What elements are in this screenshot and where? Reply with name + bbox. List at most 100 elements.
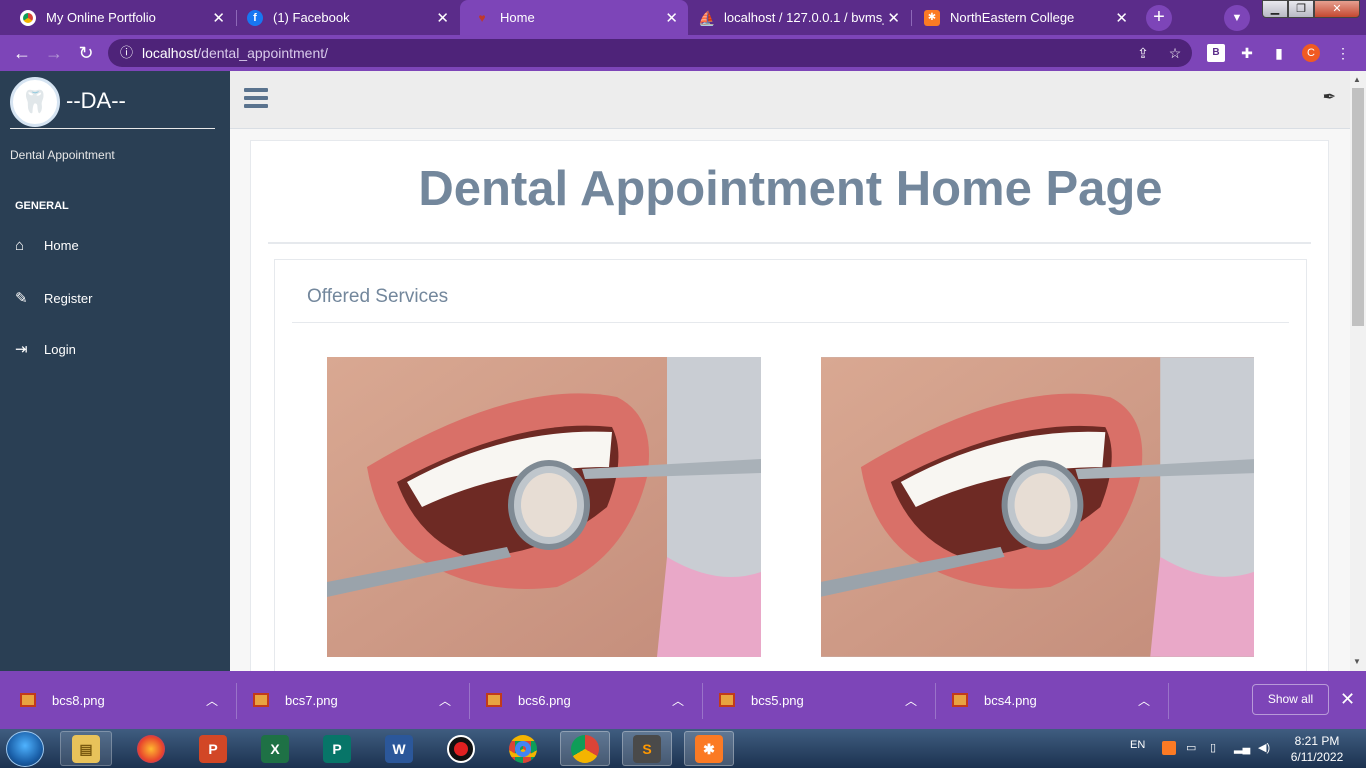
- taskbar-powerpoint[interactable]: P: [188, 731, 238, 766]
- sidebar-item-login[interactable]: ⇥ Login: [15, 340, 76, 358]
- signal-icon[interactable]: ▂▄: [1234, 741, 1250, 755]
- close-icon[interactable]: ✕: [1340, 689, 1355, 710]
- phpmyadmin-icon: ⛵: [698, 9, 716, 26]
- taskbar-recorder[interactable]: [436, 731, 486, 766]
- download-item[interactable]: bcs6.png ︿: [486, 671, 684, 729]
- clock-time: 8:21 PM: [1294, 734, 1340, 748]
- facebook-icon: f: [247, 9, 263, 26]
- xampp-tray-icon[interactable]: [1162, 741, 1176, 755]
- tab-home[interactable]: ♥ Home ✕: [460, 0, 688, 35]
- volume-icon[interactable]: ◀): [1258, 741, 1272, 755]
- taskbar-chrome[interactable]: [498, 731, 548, 766]
- tab-facebook[interactable]: f (1) Facebook ✕: [237, 0, 459, 35]
- xampp-icon: ✱: [924, 9, 940, 26]
- language-indicator[interactable]: EN: [1130, 739, 1145, 751]
- scrollbar-thumb[interactable]: [1352, 88, 1364, 326]
- bookmark-star-icon[interactable]: ☆: [1166, 44, 1184, 62]
- new-tab-button[interactable]: +: [1146, 5, 1172, 31]
- image-file-icon: [253, 693, 269, 707]
- start-button[interactable]: [6, 731, 44, 767]
- chevron-up-icon[interactable]: ︿: [1138, 692, 1150, 709]
- taskbar-sublime[interactable]: S: [622, 731, 672, 766]
- chrome-icon: [571, 734, 599, 763]
- address-bar[interactable]: ⓘ localhost/dental_appointment/ ⇪ ☆: [108, 39, 1192, 67]
- menu-section-general: GENERAL: [15, 200, 69, 212]
- browser-tab-strip: My Online Portfolio ✕ f (1) Facebook ✕ ♥…: [0, 0, 1366, 35]
- tab-title: My Online Portfolio: [46, 10, 156, 25]
- taskbar-xampp[interactable]: ✱: [684, 731, 734, 766]
- brand-title[interactable]: --DA--: [66, 88, 126, 114]
- windows-taskbar: ▤ P X P W S ✱ EN ▭ ▯ ▂▄ ◀) 8:21 PM 6/11/…: [0, 729, 1366, 768]
- share-icon[interactable]: ⇪: [1134, 44, 1152, 62]
- download-item[interactable]: bcs5.png ︿: [719, 671, 917, 729]
- download-filename: bcs5.png: [751, 692, 804, 708]
- site-info-icon[interactable]: ⓘ: [120, 39, 133, 67]
- tab-northeastern-college[interactable]: ✱ NorthEastern College ✕: [912, 0, 1138, 35]
- browser-menu-icon[interactable]: ⋮: [1334, 44, 1352, 62]
- hamburger-menu-icon[interactable]: [244, 88, 268, 108]
- close-icon[interactable]: ✕: [1115, 9, 1128, 27]
- forward-button[interactable]: →: [42, 41, 66, 65]
- services-box: Offered Services: [274, 259, 1307, 689]
- publisher-icon: P: [323, 734, 351, 763]
- taskbar-firefox[interactable]: [126, 731, 176, 766]
- taskbar-excel[interactable]: X: [250, 731, 300, 766]
- image-file-icon: [952, 693, 968, 707]
- system-clock[interactable]: 8:21 PM 6/11/2022: [1282, 733, 1352, 765]
- minimize-button[interactable]: ▁: [1262, 0, 1288, 18]
- extension-b-icon[interactable]: B: [1207, 44, 1225, 62]
- folder-icon: ▤: [72, 734, 100, 763]
- brand-subtitle: Dental Appointment: [10, 148, 115, 162]
- display-icon[interactable]: ▭: [1186, 741, 1200, 755]
- download-item[interactable]: bcs4.png ︿: [952, 671, 1150, 729]
- taskbar-file-explorer[interactable]: ▤: [60, 731, 112, 766]
- chevron-up-icon[interactable]: ︿: [206, 692, 218, 709]
- powerpoint-icon: P: [199, 734, 227, 763]
- downloads-bar: bcs8.png ︿ bcs7.png ︿ bcs6.png ︿ bcs5.pn…: [0, 671, 1366, 729]
- dental-mirror-photo: [821, 357, 1254, 657]
- close-icon[interactable]: ✕: [665, 9, 678, 27]
- sidebar-item-home[interactable]: ⌂ Home: [15, 237, 79, 254]
- content-panel: Dental Appointment Home Page Offered Ser…: [250, 140, 1329, 689]
- scroll-up-icon[interactable]: ▲: [1353, 75, 1361, 84]
- tab-phpmyadmin[interactable]: ⛵ localhost / 127.0.0.1 / bvms_d ✕: [688, 0, 910, 35]
- profile-avatar[interactable]: C: [1302, 44, 1320, 62]
- back-button[interactable]: ←: [10, 41, 34, 65]
- record-icon: [447, 734, 475, 763]
- home-icon: ⌂: [15, 237, 25, 254]
- download-item[interactable]: bcs7.png ︿: [253, 671, 451, 729]
- chevron-up-icon[interactable]: ︿: [439, 692, 451, 709]
- tab-search-button[interactable]: ▼: [1224, 5, 1250, 31]
- close-icon[interactable]: ✕: [436, 9, 449, 27]
- taskbar-word[interactable]: W: [374, 731, 424, 766]
- vertical-scrollbar[interactable]: ▲ ▼: [1350, 71, 1366, 671]
- side-panel-icon[interactable]: ▮: [1270, 44, 1288, 62]
- battery-icon[interactable]: ▯: [1210, 741, 1224, 755]
- download-divider: [935, 683, 936, 719]
- chevron-up-icon[interactable]: ︿: [905, 692, 917, 709]
- download-filename: bcs7.png: [285, 692, 338, 708]
- logo[interactable]: 🦷: [10, 77, 60, 127]
- excel-icon: X: [261, 734, 289, 763]
- eyedropper-icon[interactable]: ✒: [1323, 87, 1336, 107]
- reload-button[interactable]: ↻: [74, 41, 98, 65]
- scroll-down-icon[interactable]: ▼: [1353, 657, 1361, 666]
- tab-title: (1) Facebook: [273, 10, 350, 25]
- chevron-up-icon[interactable]: ︿: [672, 692, 684, 709]
- extensions-puzzle-icon[interactable]: ✚: [1238, 44, 1256, 62]
- window-close-button[interactable]: ✕: [1314, 0, 1360, 18]
- show-all-button[interactable]: Show all: [1252, 684, 1329, 715]
- sidebar-item-register[interactable]: ✎ Register: [15, 289, 92, 307]
- tab-my-online-portfolio[interactable]: My Online Portfolio ✕: [0, 0, 235, 35]
- image-file-icon: [20, 693, 36, 707]
- section-title: Offered Services: [307, 286, 449, 307]
- close-icon[interactable]: ✕: [887, 9, 900, 27]
- taskbar-publisher[interactable]: P: [312, 731, 362, 766]
- section-divider: [292, 322, 1289, 323]
- download-item[interactable]: bcs8.png ︿: [20, 671, 218, 729]
- sidebar-item-label: Register: [44, 290, 93, 306]
- maximize-button[interactable]: ❐: [1288, 0, 1314, 18]
- close-icon[interactable]: ✕: [212, 9, 225, 27]
- word-icon: W: [385, 734, 413, 763]
- taskbar-chrome-profile[interactable]: [560, 731, 610, 766]
